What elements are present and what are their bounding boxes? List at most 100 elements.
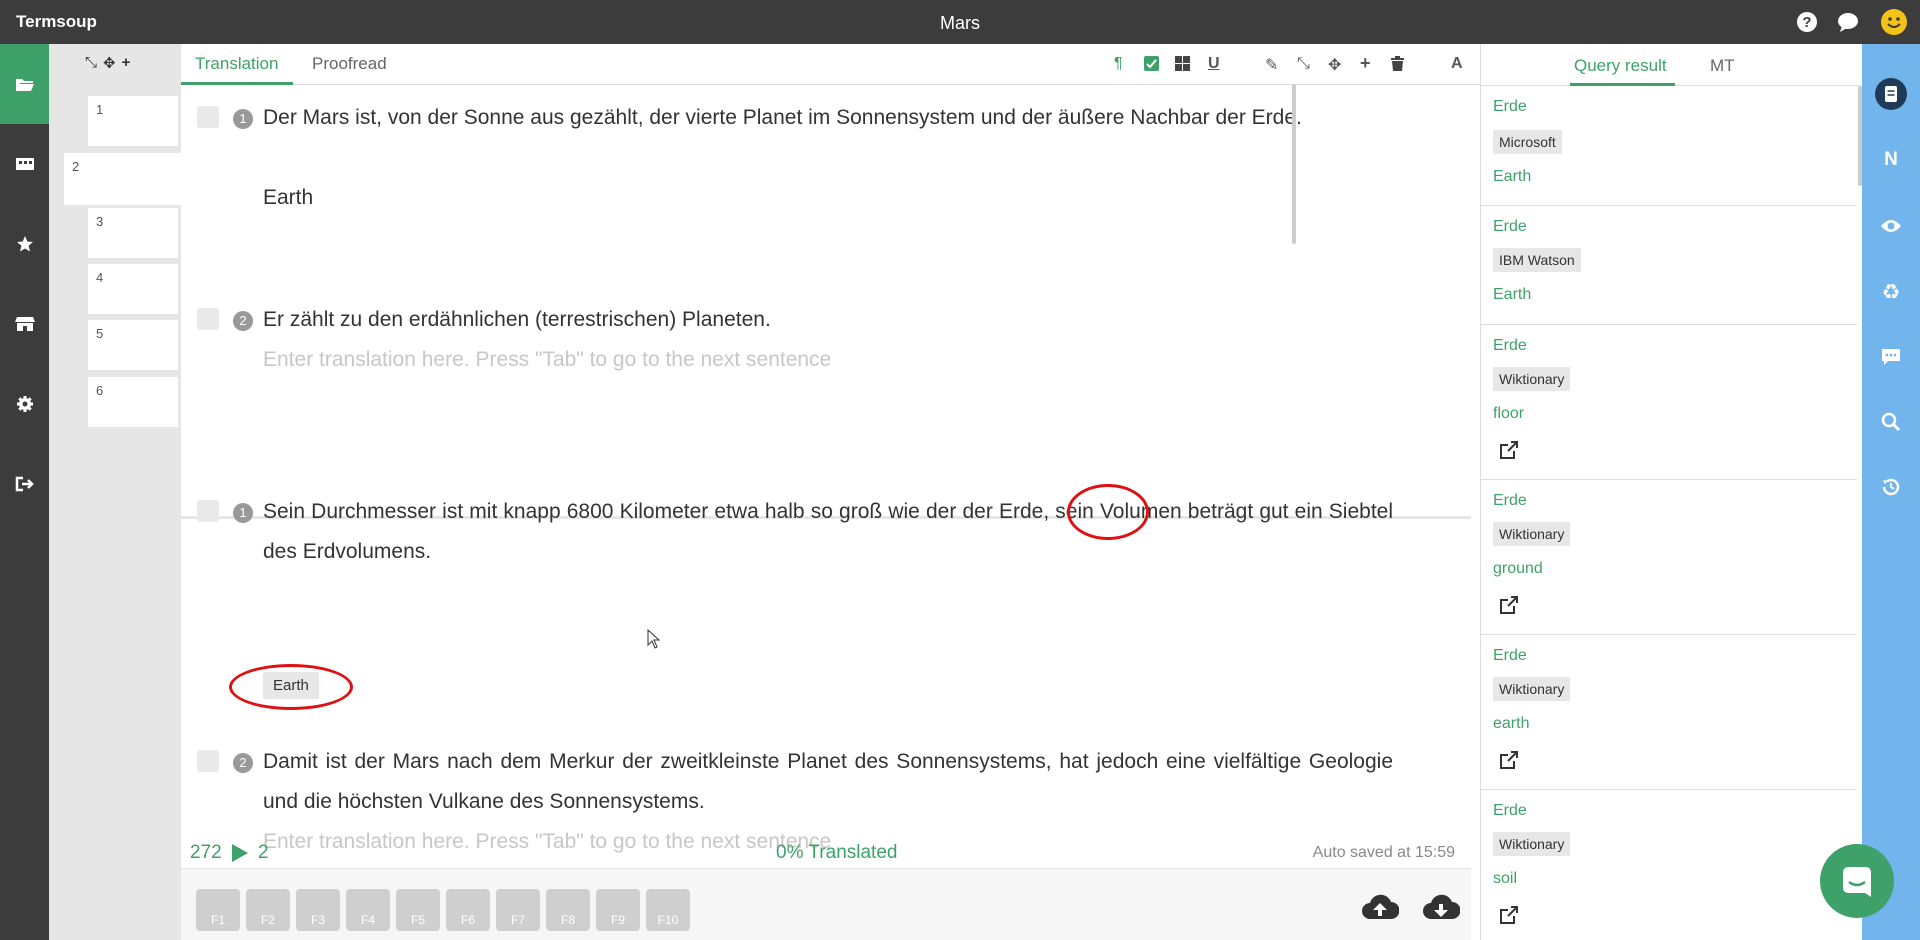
top-bar: Termsoup Mars ?	[0, 0, 1920, 44]
function-key-bar: F1 F2 F3 F4 F5 F6 F7 F8 F9 F10	[181, 868, 1471, 940]
query-result-card[interactable]: Erde IBM Watson Earth	[1481, 206, 1857, 325]
recycle-icon[interactable]: ♻	[1862, 272, 1920, 312]
logout-icon[interactable]	[0, 444, 49, 524]
result-source-term: Erde	[1493, 802, 1527, 819]
page-thumb-1[interactable]: 1	[88, 96, 178, 146]
result-provider: Microsoft	[1493, 130, 1562, 154]
fkey-button[interactable]: F1	[196, 889, 240, 931]
editor-tabs: Translation Proofread ¶ U ✎ ⤡ ✥ + A	[181, 44, 1481, 85]
history-icon[interactable]	[1862, 467, 1920, 507]
tab-proofread[interactable]: Proofread	[312, 54, 387, 74]
result-provider: Wiktionary	[1493, 677, 1571, 701]
trash-icon[interactable]	[1391, 56, 1404, 76]
query-result-card[interactable]: Erde Wiktionary soil	[1481, 790, 1857, 940]
help-icon[interactable]: ?	[1795, 10, 1819, 34]
page-thumb-4[interactable]: 4	[88, 264, 178, 314]
fkey-button[interactable]: F4	[346, 889, 390, 931]
progress-text: 0% Translated	[776, 842, 898, 863]
fkey-button[interactable]: F6	[446, 889, 490, 931]
eye-icon[interactable]	[1862, 206, 1920, 246]
result-target-term[interactable]: Earth	[1493, 286, 1531, 304]
mouse-cursor-icon	[647, 628, 661, 654]
external-link-icon[interactable]	[1499, 595, 1521, 617]
segment-checkbox[interactable]	[197, 308, 219, 330]
query-result-card[interactable]: Erde Wiktionary ground	[1481, 480, 1857, 635]
fkey-button[interactable]: F7	[496, 889, 540, 931]
svg-text:?: ?	[1802, 14, 1811, 31]
translation-input[interactable]: Enter translation here. Press "Tab" to g…	[263, 340, 1393, 380]
cloud-download-icon[interactable]	[1422, 893, 1461, 923]
segment-checkbox[interactable]	[197, 500, 219, 522]
add-page-icon[interactable]: +	[122, 54, 131, 72]
fkey-button[interactable]: F3	[296, 889, 340, 931]
segment-source: Damit ist der Mars nach dem Merkur der z…	[263, 750, 1393, 813]
fkey-button[interactable]: F2	[246, 889, 290, 931]
segment-row: 1 Der Mars ist, von der Sonne aus gezähl…	[197, 102, 1397, 209]
external-link-icon[interactable]	[1499, 905, 1521, 927]
annotation-circle	[229, 664, 353, 710]
result-source-term: Erde	[1493, 647, 1527, 664]
segment-checkbox[interactable]	[197, 106, 219, 128]
right-toolbar: N ♻	[1862, 44, 1920, 940]
page-thumb-5[interactable]: 5	[88, 320, 178, 370]
segment-number: 2	[233, 753, 253, 773]
play-icon[interactable]	[232, 844, 248, 867]
external-link-icon[interactable]	[1499, 750, 1521, 772]
tab-translation[interactable]: Translation	[195, 54, 278, 74]
move-icon[interactable]: ✥	[103, 54, 116, 72]
page-thumb-3[interactable]: 3	[88, 208, 178, 258]
tab-mt[interactable]: MT	[1710, 56, 1735, 76]
result-source-term: Erde	[1493, 218, 1527, 235]
search-icon[interactable]	[1862, 402, 1920, 442]
result-provider: Wiktionary	[1493, 832, 1571, 856]
page-thumb-2[interactable]: 2	[64, 153, 230, 205]
pencil-icon[interactable]: ✎	[1265, 55, 1278, 75]
result-target-term[interactable]: earth	[1493, 715, 1529, 733]
merge-segments-icon[interactable]: ⤡	[1297, 55, 1310, 73]
segment-list: 1 Der Mars ist, von der Sonne aus gezähl…	[181, 86, 1473, 866]
fkey-button[interactable]: F5	[396, 889, 440, 931]
folder-open-icon[interactable]	[0, 44, 49, 124]
star-icon[interactable]	[0, 204, 49, 284]
result-target-term[interactable]: floor	[1493, 405, 1524, 423]
notes-n-icon[interactable]: N	[1862, 140, 1920, 180]
underline-icon[interactable]: U	[1208, 55, 1220, 73]
merge-icon[interactable]: ⤡	[85, 54, 97, 72]
glossary-icon[interactable]	[0, 124, 49, 204]
external-link-icon[interactable]	[1499, 440, 1521, 462]
query-result-card[interactable]: Erde Microsoft Earth	[1481, 86, 1857, 206]
add-segment-icon[interactable]: +	[1360, 53, 1371, 74]
page-thumb-6[interactable]: 6	[88, 377, 178, 427]
page-tools: ⤡ ✥ +	[85, 54, 130, 72]
result-target-term[interactable]: ground	[1493, 560, 1543, 578]
query-result-card[interactable]: Erde Wiktionary earth	[1481, 635, 1857, 790]
notebook-icon[interactable]	[1862, 74, 1920, 114]
support-chat-button[interactable]	[1820, 844, 1894, 918]
editor-scrollbar[interactable]	[1290, 44, 1298, 824]
font-size-icon[interactable]: A	[1451, 55, 1463, 73]
chat-icon[interactable]	[1836, 10, 1860, 34]
highlighted-term[interactable]: Erde,	[999, 500, 1049, 523]
segment-checkbox[interactable]	[197, 750, 219, 772]
fkey-button[interactable]: F9	[596, 889, 640, 931]
result-target-term[interactable]: soil	[1493, 870, 1517, 888]
comment-icon[interactable]	[1862, 337, 1920, 377]
paragraph-icon[interactable]: ¶	[1114, 55, 1123, 73]
query-result-card[interactable]: Erde Wiktionary floor	[1481, 325, 1857, 480]
tab-query-result[interactable]: Query result	[1574, 56, 1667, 76]
settings-gear-icon[interactable]	[0, 364, 49, 444]
cloud-upload-icon[interactable]	[1361, 893, 1400, 923]
user-avatar-icon[interactable]	[1880, 8, 1908, 36]
move-segment-icon[interactable]: ✥	[1328, 55, 1341, 75]
store-icon[interactable]	[0, 284, 49, 364]
result-provider: Wiktionary	[1493, 367, 1571, 391]
layout-grid-icon[interactable]	[1175, 56, 1190, 76]
checkbox-icon[interactable]	[1144, 56, 1159, 76]
segment-number: 1	[233, 503, 253, 523]
fkey-button[interactable]: F8	[546, 889, 590, 931]
annotation-circle	[1067, 484, 1149, 540]
result-target-term[interactable]: Earth	[1493, 168, 1531, 186]
segment-target[interactable]: Earth	[263, 178, 313, 218]
fkey-button[interactable]: F10	[646, 889, 690, 931]
autosave-status: Auto saved at 15:59	[1312, 844, 1455, 861]
